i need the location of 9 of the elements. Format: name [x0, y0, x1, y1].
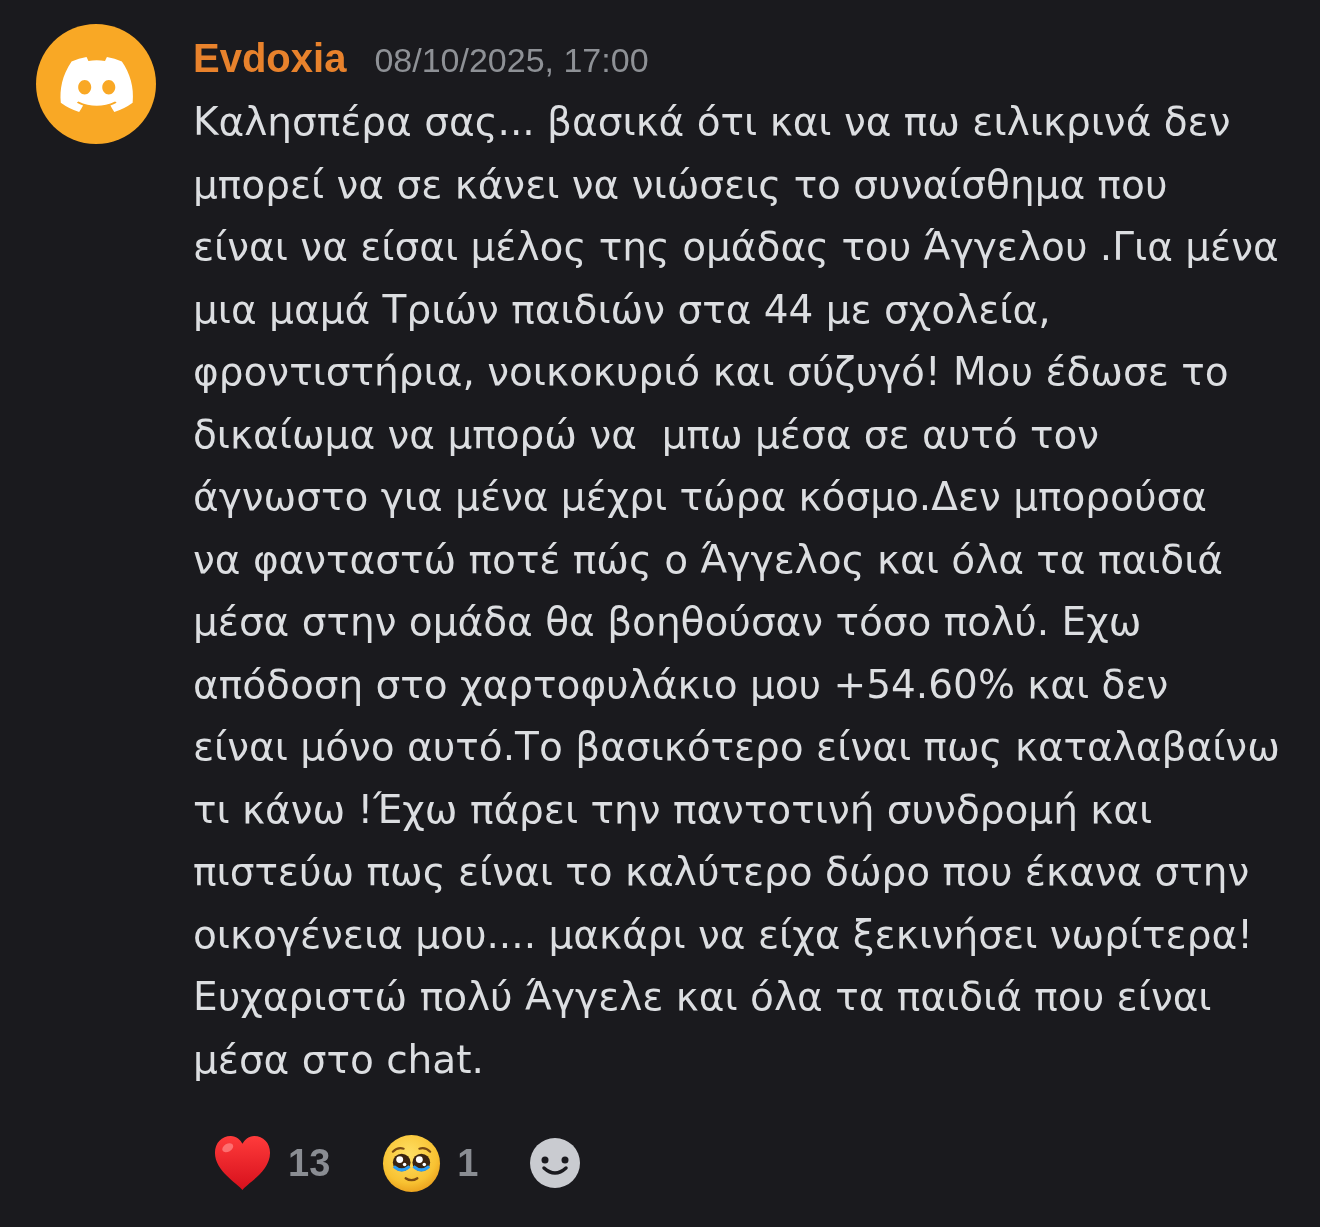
- timestamp: 08/10/2025, 17:00: [374, 40, 649, 81]
- pleading-face-icon: [382, 1133, 442, 1193]
- username[interactable]: Evdoxia: [193, 27, 347, 89]
- heart-icon: [213, 1133, 272, 1193]
- avatar-icon: [36, 24, 156, 144]
- smiley-icon: [530, 1138, 581, 1188]
- reaction-button[interactable]: 1: [372, 1133, 489, 1193]
- message-text: Καλησπέρα σας... βασικά ότι και να πω ειλικρινά δεν μπορεί να σε κάνει να νιώσεις το συναίσθημα που είναι να είσαι μέλος της ομάδας του Άγγελου .Για μένα μια μαμά Τριών παιδιών στα 44 με σχολεία, φροντιστήρια, νοικοκυριό και σύζυγό! Μου έδωσε το δικαίωμα να μπορώ να μπω μέσα σε αυτό τον άγνωστο για μένα μέχρι τώρα κόσμο.Δεν μπορούσα να φανταστώ ποτέ πώς ο Άγγελος και όλα τα παιδιά μέσα στην ομάδα θα βοηθούσαν τόσο πολύ. Εχω απόδοση στο χαρτοφυλάκιο μου +54.60% και δεν είναι μόνο αυτό.Το βασικότερο είναι πως καταλαβαίνω τι κάνω !Έχω πάρει την παντοτινή συνδρομή και πιστεύω πως είναι το καλύτερο δώρο που έκανα στην οικογένεια μου.... μακάρι να είχα ξεκινήσει νωρίτερα! Ευχαριστώ πολύ Άγγελε και όλα τα παιδιά που είναι μέσα στο chat.: [193, 98, 1280, 1084]
- reaction-button[interactable]: 13: [203, 1133, 341, 1193]
